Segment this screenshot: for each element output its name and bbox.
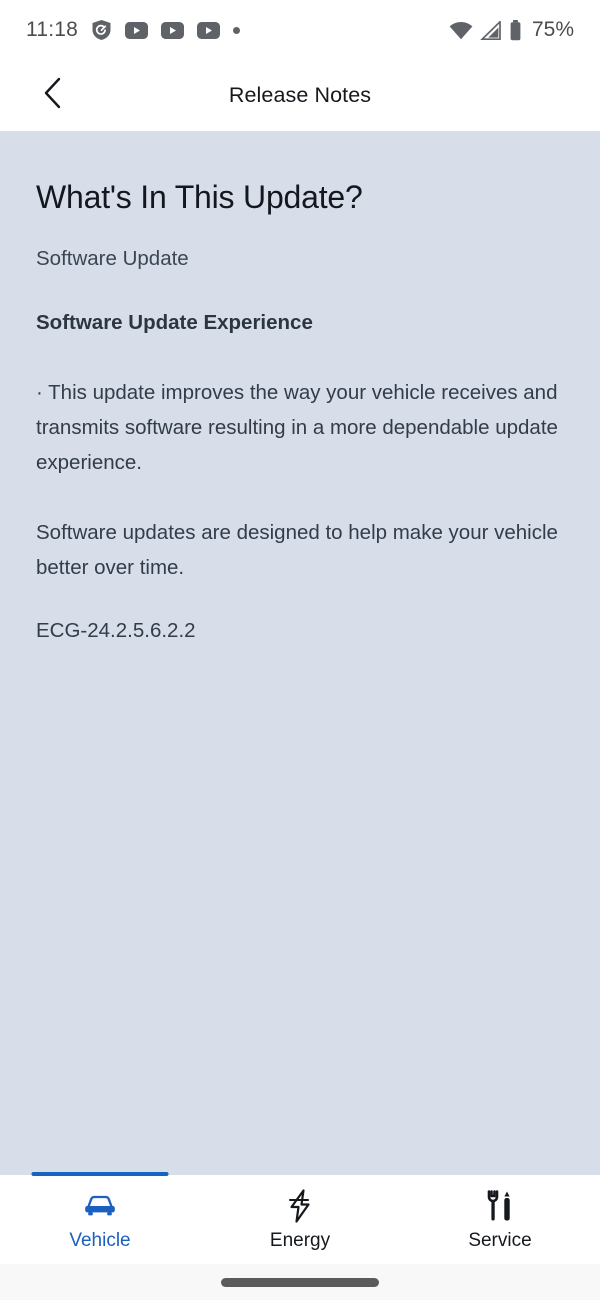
status-bar-right: 75% [449,18,574,42]
version-string: ECG-24.2.5.6.2.2 [36,619,196,642]
bottom-navigation-bar: Vehicle Energy Service [0,1172,600,1264]
battery-percentage: 75% [531,18,574,41]
youtube-play-icon [161,21,184,39]
section-title: Software Update Experience [36,311,313,334]
youtube-play-icon [125,21,148,39]
notification-dot-icon [233,26,240,34]
car-icon [82,1191,118,1221]
status-bar: 11:18 75% [0,0,600,60]
battery-icon [509,19,522,41]
nav-label-vehicle: Vehicle [69,1230,131,1251]
app-header: Release Notes [0,60,600,131]
nav-item-service[interactable]: Service [400,1175,600,1264]
content-subtitle: Software Update [36,247,189,270]
wifi-icon [449,21,473,40]
youtube-play-icon [197,21,220,39]
shield-check-icon [91,19,112,41]
nav-label-service: Service [468,1230,532,1251]
release-notes-content: What's In This Update? Software Update S… [0,131,600,1175]
lightning-bolt-icon [286,1189,314,1223]
page-title: Release Notes [228,83,372,107]
nav-label-energy: Energy [269,1230,331,1251]
body-paragraph-2: Software updates are designed to help ma… [36,521,558,579]
cellular-signal-icon [480,20,502,40]
system-gesture-area [0,1264,600,1300]
chevron-left-icon [43,77,62,114]
status-bar-left: 11:18 [26,18,240,42]
content-heading: What's In This Update? [36,179,363,215]
active-tab-indicator [31,1172,169,1176]
back-button[interactable] [30,74,74,118]
phone-screen: 11:18 75% Release Notes What's In This U… [0,0,600,1300]
wrench-screwdriver-icon [483,1190,517,1221]
home-indicator[interactable] [221,1277,379,1287]
nav-item-vehicle[interactable]: Vehicle [0,1172,200,1264]
nav-item-energy[interactable]: Energy [200,1175,400,1264]
body-paragraph-1: · This update improves the way your vehi… [36,381,558,474]
status-bar-clock: 11:18 [26,18,78,41]
